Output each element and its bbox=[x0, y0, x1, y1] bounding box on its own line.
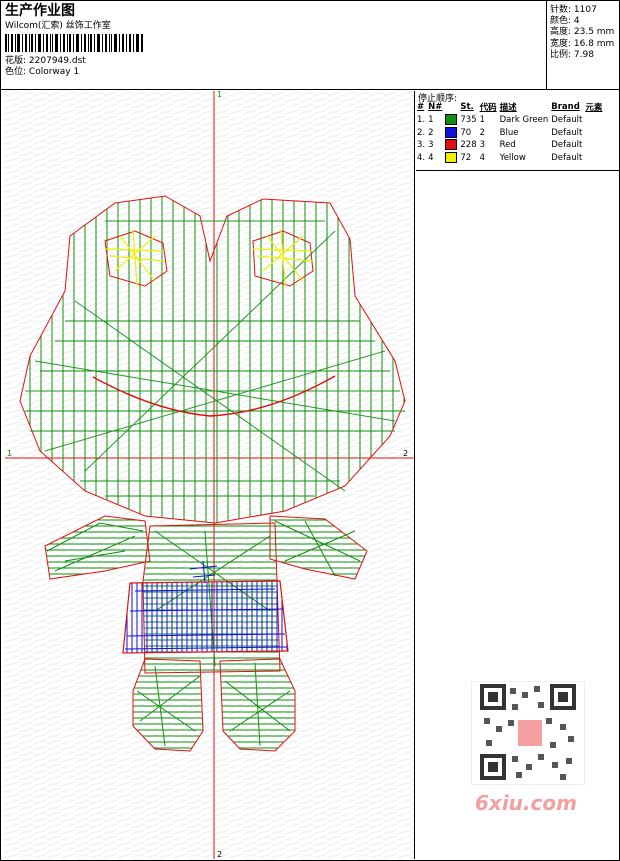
barcode-icon bbox=[5, 34, 143, 52]
row-element bbox=[585, 139, 605, 152]
colorway-value: Colorway 1 bbox=[28, 67, 80, 77]
axis-label-top: 1 bbox=[217, 91, 222, 99]
row-index: 1. bbox=[417, 115, 426, 125]
col-code: 代码 bbox=[479, 103, 497, 113]
axis-label-left: 1 bbox=[7, 449, 12, 458]
embroidery-drawing: 1 2 1 2 bbox=[5, 91, 414, 859]
row-stitches: 72 bbox=[460, 152, 472, 163]
qr-center-badge bbox=[518, 720, 542, 746]
design-height: 高度: 23.5 mm bbox=[550, 27, 615, 38]
color-swatch bbox=[445, 114, 460, 127]
row-number: 1 bbox=[428, 115, 434, 125]
stop-sequence-table: # N# St. 代码 描述 Brand 元素 1. 1 735 1 Dark … bbox=[417, 101, 605, 164]
colorway-label: 色位: bbox=[5, 67, 27, 77]
row-brand: Default bbox=[551, 152, 583, 163]
row-description: Blue bbox=[499, 127, 519, 138]
col-number: N# bbox=[428, 102, 443, 112]
header: 生产作业图 Wilcom(汇索) 丝饰工作室 花版: 2207949.dst 色… bbox=[1, 1, 619, 90]
color-swatch bbox=[445, 139, 460, 152]
design-label: 花版: bbox=[5, 56, 27, 66]
row-brand: Default bbox=[551, 140, 583, 150]
table-row: 1. 1 735 1 Dark Green Default bbox=[417, 114, 605, 127]
embroidery-preview: 1 2 1 2 bbox=[5, 91, 415, 859]
stop-sequence-panel: 停止顺序: # N# St. 代码 描述 Brand 元素 1. 1 735 1… bbox=[416, 90, 619, 171]
col-description: 描述 bbox=[499, 103, 517, 113]
table-row: 3. 3 228 3 Red Default bbox=[417, 139, 605, 152]
header-info: 生产作业图 Wilcom(汇索) 丝饰工作室 花版: 2207949.dst 色… bbox=[5, 3, 545, 87]
swatch-yellow bbox=[445, 151, 458, 163]
page-title: 生产作业图 bbox=[5, 3, 75, 19]
col-stitches: St. bbox=[460, 102, 474, 112]
table-row: 2. 2 70 2 Blue Default bbox=[417, 126, 605, 140]
design-width: 宽度: 16.8 mm bbox=[550, 38, 615, 49]
row-element bbox=[585, 127, 605, 140]
row-stitches: 70 bbox=[460, 127, 472, 138]
row-description: Red bbox=[499, 140, 516, 150]
work-sheet: 生产作业图 Wilcom(汇索) 丝饰工作室 花版: 2207949.dst 色… bbox=[0, 0, 620, 861]
colorway: 色位: Colorway 1 bbox=[5, 67, 545, 78]
qr-watermark bbox=[471, 681, 585, 785]
row-stitches: 735 bbox=[460, 115, 477, 125]
row-number: 2 bbox=[428, 127, 434, 138]
col-index: # bbox=[417, 102, 425, 112]
col-element: 元素 bbox=[585, 103, 603, 113]
row-code: 2 bbox=[479, 127, 486, 138]
color-count: 颜色: 4 bbox=[550, 16, 580, 27]
axis-label-bottom: 2 bbox=[217, 850, 222, 859]
row-brand: Default bbox=[551, 127, 583, 138]
row-index: 2. bbox=[417, 127, 426, 138]
axis-label-right: 2 bbox=[403, 449, 408, 458]
design-stats: 针数: 1107 颜色: 4 高度: 23.5 mm 宽度: 16.8 mm 比… bbox=[546, 1, 619, 89]
swatch-red bbox=[445, 139, 458, 150]
row-code: 1 bbox=[479, 115, 486, 125]
row-code: 3 bbox=[479, 140, 486, 150]
watermark-site: 6xiu.com bbox=[475, 791, 577, 815]
row-index: 4. bbox=[417, 152, 426, 163]
swatch-blue bbox=[445, 126, 458, 138]
row-element bbox=[585, 152, 605, 165]
row-stitches: 228 bbox=[460, 140, 477, 150]
col-brand: Brand bbox=[551, 102, 580, 112]
color-swatch bbox=[445, 126, 460, 140]
row-number: 3 bbox=[428, 140, 434, 150]
row-description: Yellow bbox=[499, 152, 526, 163]
table-row: 4. 4 72 4 Yellow Default bbox=[417, 151, 605, 165]
col-swatch bbox=[445, 101, 460, 114]
design-value: 2207949.dst bbox=[28, 56, 86, 66]
row-description: Dark Green bbox=[499, 115, 549, 125]
right-leg bbox=[219, 658, 296, 752]
color-swatch bbox=[445, 151, 460, 165]
swatch-green bbox=[445, 114, 458, 125]
design-scale: 比例: 7.98 bbox=[550, 49, 594, 60]
row-index: 3. bbox=[417, 140, 426, 150]
stitch-count: 针数: 1107 bbox=[550, 5, 597, 15]
row-code: 4 bbox=[479, 152, 486, 163]
row-element bbox=[585, 114, 605, 127]
studio-name: Wilcom(汇索) 丝饰工作室 bbox=[5, 21, 111, 31]
qr-code-icon bbox=[480, 684, 576, 780]
table-header-row: # N# St. 代码 描述 Brand 元素 bbox=[417, 101, 605, 114]
row-number: 4 bbox=[428, 152, 434, 163]
row-brand: Default bbox=[551, 115, 583, 125]
design-file: 花版: 2207949.dst bbox=[5, 56, 545, 67]
